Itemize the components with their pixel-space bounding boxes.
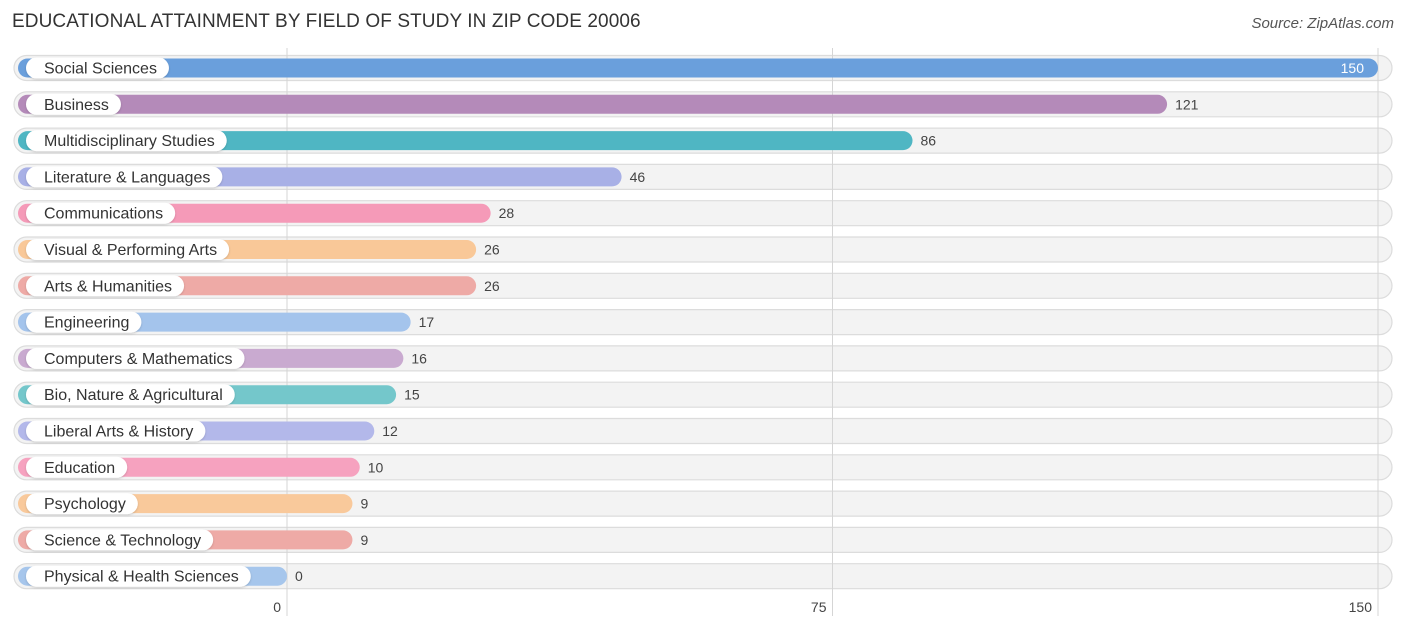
category-label: Science & Technology — [44, 532, 201, 549]
bar-group: Computers & Mathematics 16 — [18, 347, 427, 369]
bar — [18, 58, 1378, 78]
bar-group: Visual & Performing Arts 26 — [18, 239, 500, 260]
category-label: Communications — [44, 206, 163, 223]
bar-group: Bio, Nature & Agricultural 15 — [18, 384, 420, 406]
category-label: Social Sciences — [44, 61, 157, 78]
category-label: Business — [44, 97, 109, 114]
bar-group: Business 121 — [18, 93, 1199, 115]
bar-chart: 0 75 150Social Sciences 150Business 121Multi… — [13, 48, 1393, 616]
category-label: Computers & Mathematics — [44, 351, 233, 368]
value-label: 0 — [295, 568, 303, 584]
value-label: 9 — [360, 532, 368, 548]
value-label: 46 — [630, 169, 646, 185]
category-label: Education — [44, 460, 115, 477]
bar-group: Science & Technology 9 — [18, 529, 368, 551]
bar-group: Engineering 17 — [18, 311, 435, 333]
bar-group: Arts & Humanities 26 — [18, 275, 500, 297]
category-label: Visual & Performing Arts — [44, 242, 217, 259]
category-label: Bio, Nature & Agricultural — [44, 387, 223, 404]
value-label: 9 — [360, 496, 368, 512]
value-label: 26 — [484, 242, 500, 258]
bar-group: Physical & Health Sciences 0 — [18, 565, 303, 587]
category-label: Multidisciplinary Studies — [44, 133, 215, 150]
value-label: 16 — [411, 350, 427, 366]
value-label: 150 — [1341, 60, 1365, 76]
bar-group: Literature & Languages 46 — [18, 166, 646, 188]
value-label: 26 — [484, 278, 500, 294]
value-label: 10 — [368, 459, 384, 475]
bar-group: Education 10 — [18, 456, 384, 478]
bar-group: Liberal Arts & History 12 — [18, 420, 398, 442]
value-label: 15 — [404, 387, 420, 403]
category-label: Arts & Humanities — [44, 278, 172, 295]
value-label: 28 — [499, 205, 515, 221]
category-label: Engineering — [44, 315, 129, 332]
category-label: Liberal Arts & History — [44, 424, 193, 441]
value-label: 121 — [1175, 96, 1199, 112]
bar-group: Social Sciences 150 — [18, 57, 1378, 79]
bar-group: Psychology 9 — [18, 493, 368, 515]
category-label: Physical & Health Sciences — [44, 569, 239, 586]
value-label: 17 — [419, 314, 435, 330]
category-label: Literature & Languages — [44, 169, 210, 186]
bar — [18, 94, 1168, 114]
chart-root: EDUCATIONAL ATTAINMENT BY FIELD OF STUDY… — [0, 0, 1406, 631]
x-tick-label: 150 — [1349, 599, 1373, 615]
value-label: 12 — [382, 423, 398, 439]
bar-group: Communications 28 — [18, 202, 515, 224]
x-tick-label: 75 — [811, 599, 827, 615]
x-tick-label: 0 — [273, 599, 281, 615]
bar-group: Multidisciplinary Studies 86 — [18, 130, 937, 152]
value-label: 86 — [921, 133, 937, 149]
category-label: Psychology — [44, 496, 126, 513]
